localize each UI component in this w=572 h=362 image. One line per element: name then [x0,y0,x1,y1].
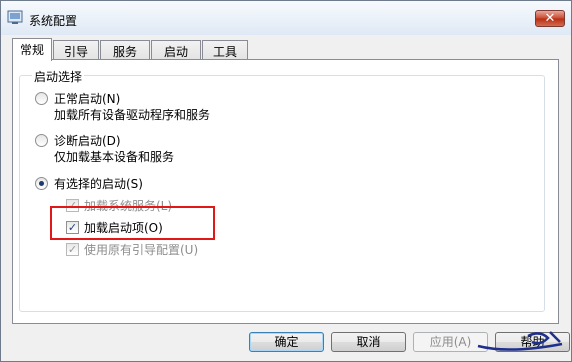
selective-startup-radio[interactable] [35,177,48,190]
close-icon: ✕ [544,11,556,26]
tab-boot[interactable]: 引导 [53,40,99,60]
normal-startup-radio[interactable] [35,92,48,105]
cancel-button[interactable]: 取消 [331,332,406,352]
tab-services[interactable]: 服务 [100,40,150,60]
normal-startup-label[interactable]: 正常启动(N) [54,90,120,107]
window-title: 系统配置 [29,14,78,28]
watermark-logo [477,331,563,351]
tab-startup[interactable]: 启动 [151,40,201,60]
group-title: 启动选择 [32,68,85,85]
title-bar: 系统配置 ✕ [1,1,571,35]
diagnostic-startup-desc: 仅加载基本设备和服务 [54,150,175,164]
msconfig-icon [7,10,23,24]
selective-startup-label[interactable]: 有选择的启动(S) [54,175,143,192]
close-button[interactable]: ✕ [535,10,565,27]
normal-startup-desc: 加载所有设备驱动程序和服务 [54,108,211,122]
ok-button[interactable]: 确定 [249,332,324,352]
use-original-boot-label: 使用原有引导配置(U) [84,243,199,257]
use-original-boot-checkbox[interactable]: ✓ [66,243,79,256]
red-highlight-box [50,206,215,240]
diagnostic-startup-radio[interactable] [35,134,48,147]
tab-general[interactable]: 常规 [12,38,52,61]
diagnostic-startup-label[interactable]: 诊断启动(D) [54,132,121,149]
tab-tools[interactable]: 工具 [202,40,248,60]
